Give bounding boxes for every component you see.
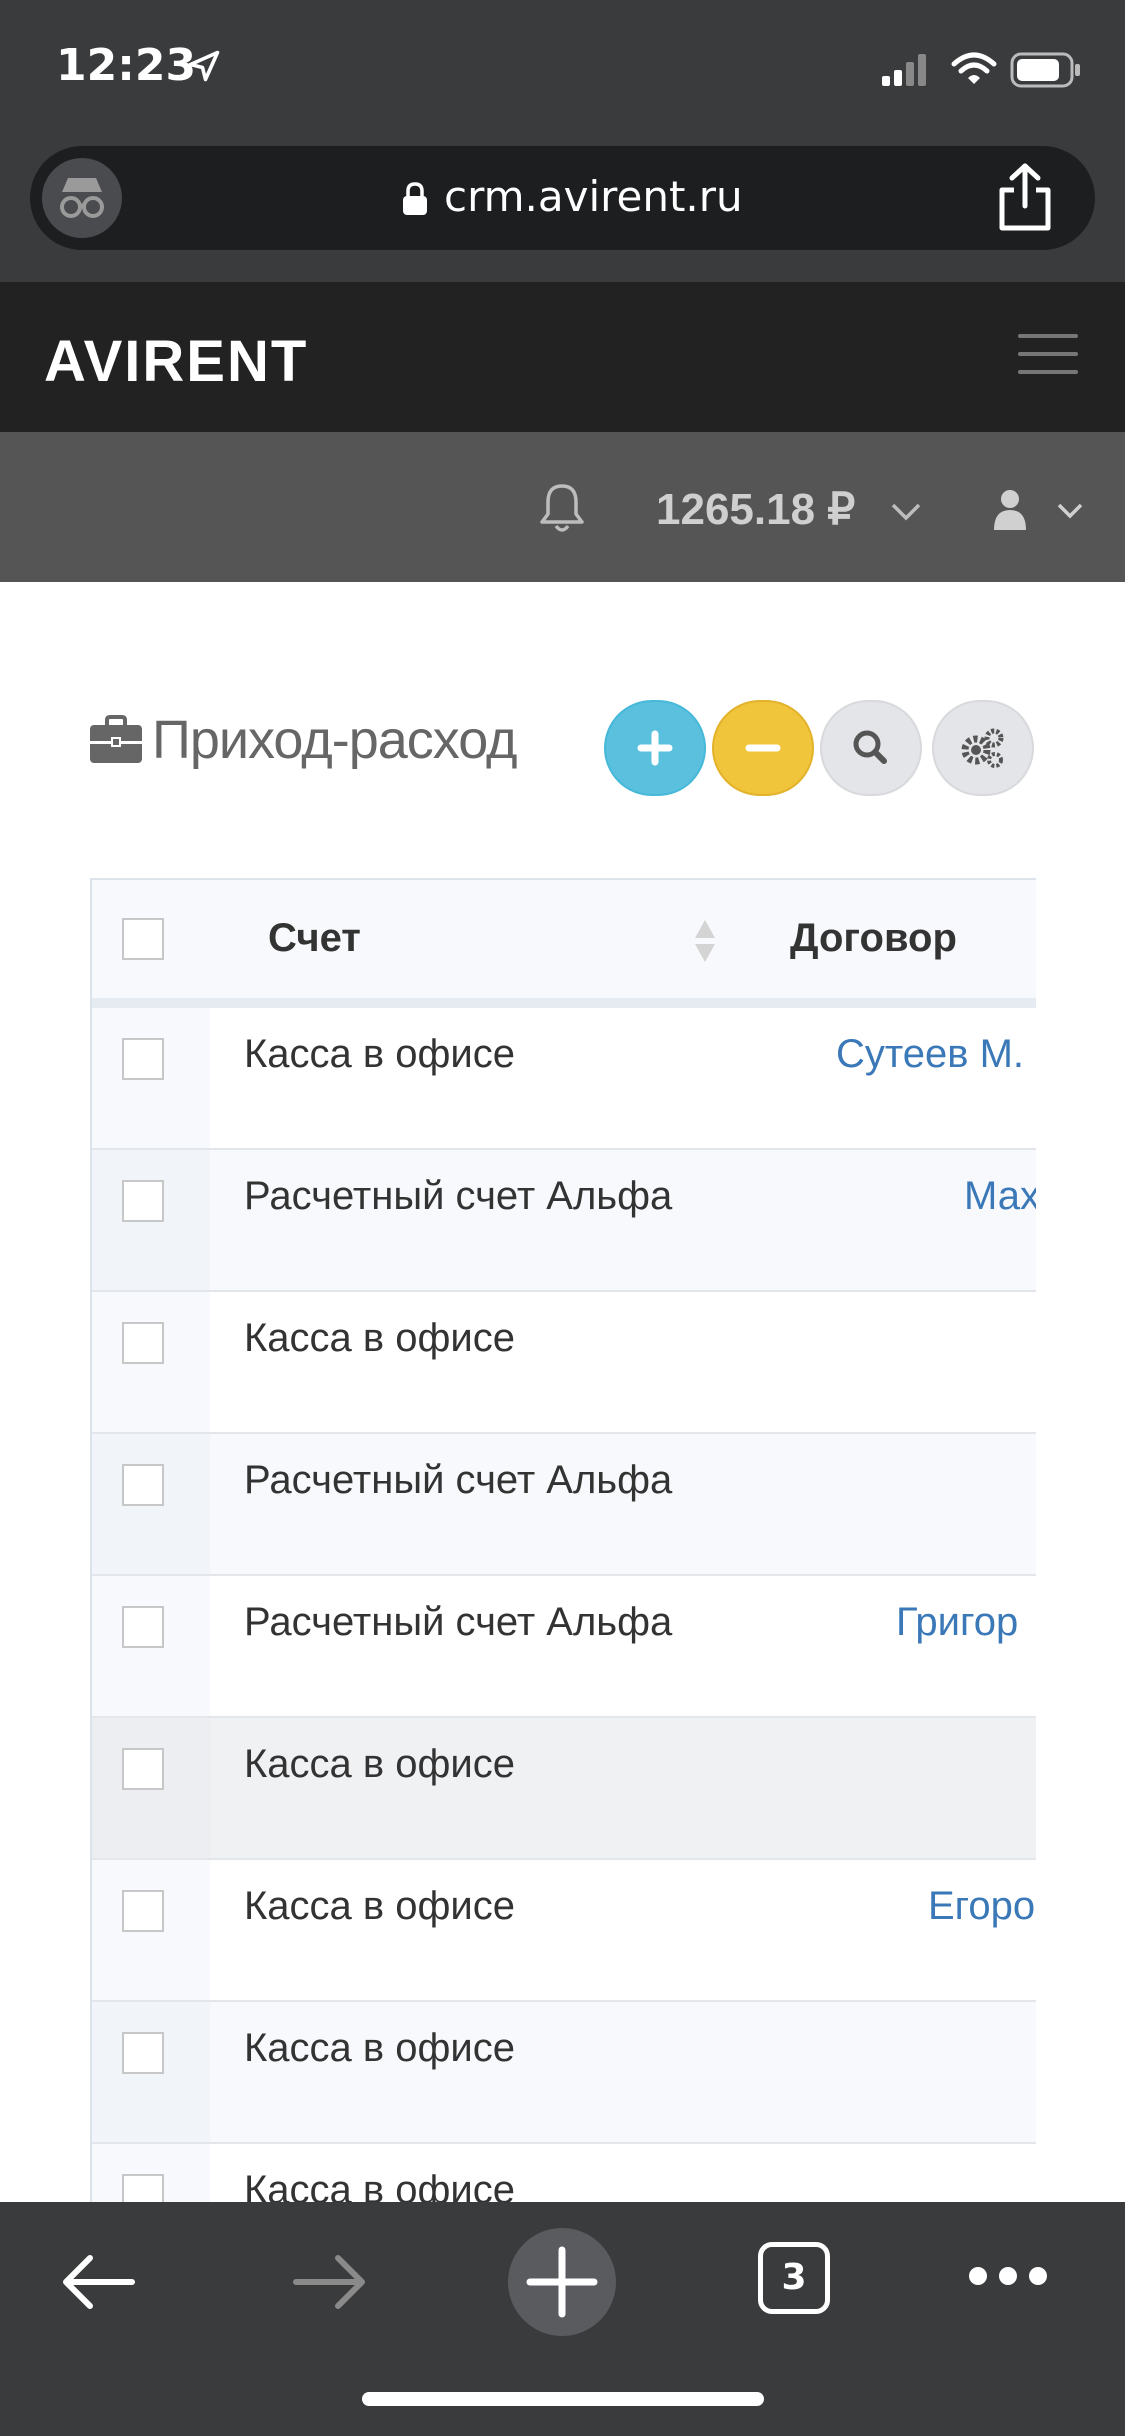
status-time: 12:23: [56, 40, 197, 91]
contract-link[interactable]: Сутеев М.: [836, 1032, 1024, 1077]
account-cell: Расчетный счет Альфа: [244, 1458, 673, 1502]
table-row[interactable]: Касса в офисе: [92, 2002, 1036, 2144]
new-tab-button[interactable]: [508, 2228, 616, 2336]
contract-link[interactable]: Григор: [896, 1600, 1018, 1645]
account-cell: Расчетный счет Альфа: [244, 1600, 673, 1644]
table-row[interactable]: Расчетный счет Альфа: [92, 1434, 1036, 1576]
brand-logo[interactable]: AVIRENT: [44, 328, 308, 395]
page-title-text: Приход-расход: [152, 710, 518, 770]
search-button[interactable]: [820, 700, 922, 796]
account-cell: Расчетный счет Альфа: [244, 1174, 673, 1218]
table-row[interactable]: Касса в офисе: [92, 1718, 1036, 1860]
lock-icon: [403, 182, 427, 215]
minus-icon: [745, 744, 781, 752]
account-cell: Касса в офисе: [244, 1884, 516, 1928]
row-checkbox[interactable]: [122, 1748, 164, 1790]
plus-icon: [637, 730, 673, 766]
more-icon[interactable]: [966, 2264, 1050, 2288]
table-row[interactable]: Касса в офисе: [92, 1292, 1036, 1434]
forward-arrow-icon[interactable]: [290, 2250, 370, 2314]
account-cell: Касса в офисе: [244, 1742, 516, 1786]
battery-icon: [1010, 52, 1080, 88]
page-title: Приход-расход: [88, 700, 518, 780]
add-income-button[interactable]: [604, 700, 706, 796]
row-checkbox[interactable]: [122, 2032, 164, 2074]
row-checkbox[interactable]: [122, 1180, 164, 1222]
select-all-checkbox[interactable]: [122, 918, 164, 960]
plus-icon: [526, 2246, 598, 2318]
wifi-icon: [951, 52, 997, 84]
row-checkbox[interactable]: [122, 1606, 164, 1648]
table-row[interactable]: Касса в офисе Егоро: [92, 1860, 1036, 2002]
user-toolbar: 1265.18 ₽: [0, 432, 1125, 582]
incognito-button[interactable]: [42, 158, 122, 238]
briefcase-icon: [90, 715, 142, 763]
share-icon[interactable]: [992, 162, 1058, 232]
column-header-account[interactable]: Счет: [268, 916, 361, 961]
table-header: Счет Договор: [92, 880, 1036, 1008]
settings-button[interactable]: [932, 700, 1034, 796]
table-row[interactable]: Касса в офисе Сутеев М.: [92, 1008, 1036, 1150]
chevron-down-icon[interactable]: [1056, 502, 1084, 520]
url-text: crm.avirent.ru: [444, 172, 743, 221]
row-checkbox[interactable]: [122, 1322, 164, 1364]
row-checkbox[interactable]: [122, 1038, 164, 1080]
location-arrow-icon: [188, 50, 220, 82]
sort-icon[interactable]: [692, 916, 718, 966]
contract-link[interactable]: Егоро: [928, 1884, 1035, 1929]
tabs-button[interactable]: 3: [758, 2242, 830, 2314]
cellular-signal-icon: [882, 54, 926, 86]
chevron-down-icon[interactable]: [890, 502, 922, 522]
row-checkbox[interactable]: [122, 1890, 164, 1932]
address-bar[interactable]: crm.avirent.ru: [30, 146, 1095, 250]
gears-icon: [961, 728, 1004, 768]
add-expense-button[interactable]: [712, 700, 814, 796]
incognito-icon: [60, 178, 104, 218]
table-row[interactable]: Расчетный счет Альфа Мах: [92, 1150, 1036, 1292]
app-navbar: AVIRENT: [0, 282, 1125, 432]
contract-link[interactable]: Мах: [964, 1174, 1036, 1219]
back-arrow-icon[interactable]: [58, 2250, 138, 2314]
table-row[interactable]: Расчетный счет Альфа Григор: [92, 1576, 1036, 1718]
menu-toggle-button[interactable]: [1018, 330, 1078, 380]
status-bar: 12:23: [0, 0, 1125, 140]
account-cell: Касса в офисе: [244, 2026, 516, 2070]
account-cell: Касса в офисе: [244, 1032, 516, 1076]
balance-amount[interactable]: 1265.18 ₽: [656, 484, 855, 535]
search-icon: [853, 730, 887, 764]
home-indicator[interactable]: [362, 2392, 764, 2406]
transactions-table: Счет Договор Касса в офисе Сутеев М. Рас…: [90, 878, 1036, 2240]
row-checkbox[interactable]: [122, 1464, 164, 1506]
bell-icon[interactable]: [536, 480, 588, 536]
user-icon[interactable]: [992, 488, 1028, 532]
account-cell: Касса в офисе: [244, 1316, 516, 1360]
column-header-contract[interactable]: Договор: [790, 916, 957, 961]
